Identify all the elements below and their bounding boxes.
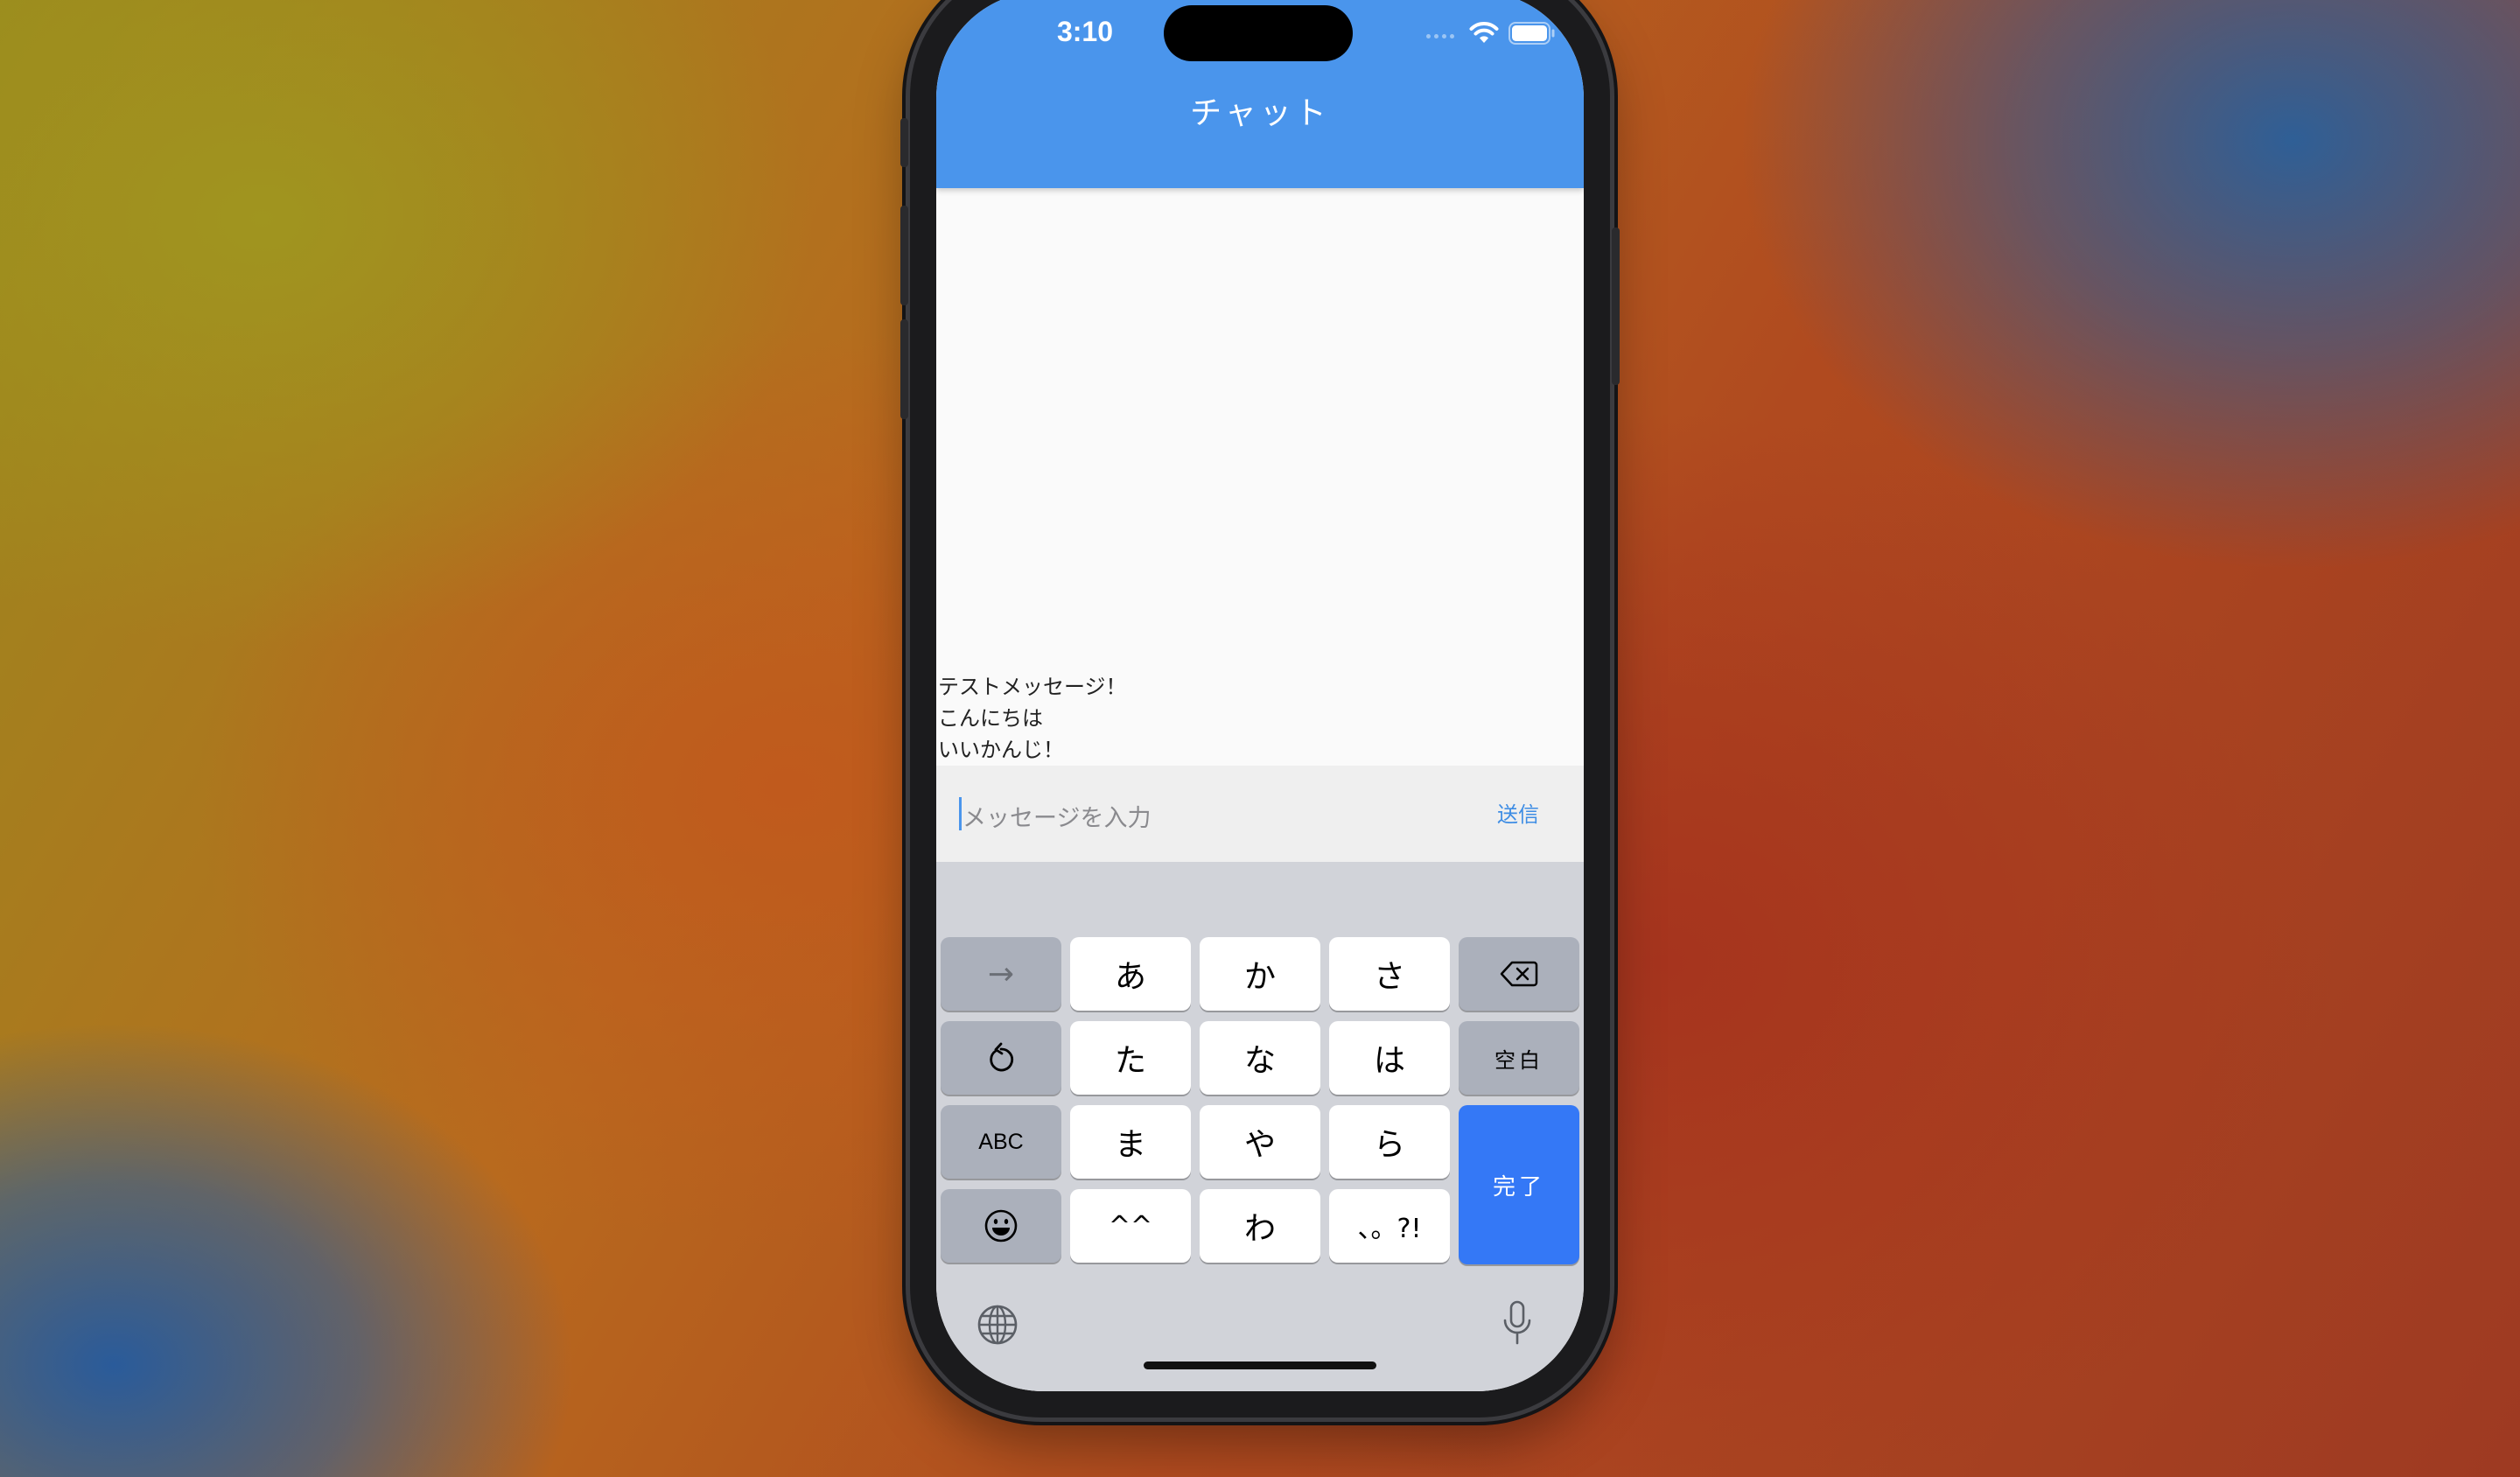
space-key[interactable]: 空白 xyxy=(1459,1021,1579,1095)
message-composer: メッセージを入力 送信 xyxy=(936,766,1584,862)
key-wa[interactable]: わ xyxy=(1200,1189,1320,1263)
battery-icon xyxy=(1508,22,1555,45)
wifi-icon xyxy=(1469,22,1499,43)
kaomoji-key[interactable]: ^^ xyxy=(1070,1189,1191,1263)
message-item: こんにちは xyxy=(938,706,1043,731)
message-input[interactable]: メッセージを入力 xyxy=(959,794,1458,834)
abc-key[interactable]: ABC xyxy=(941,1105,1061,1179)
phone-frame: 3:10 チャット テストメッセージ！ こんにちは いいかんじ！ メッセージを入… xyxy=(900,0,1620,1418)
text-caret xyxy=(959,797,962,830)
send-button[interactable]: 送信 xyxy=(1470,797,1566,828)
backspace-key[interactable] xyxy=(1459,937,1579,1011)
key-sa[interactable]: さ xyxy=(1329,937,1450,1011)
message-list: テストメッセージ！ こんにちは いいかんじ！ xyxy=(936,188,1584,766)
cellular-signal-icon xyxy=(1426,30,1461,38)
punctuation-key[interactable]: 、。?! xyxy=(1329,1189,1450,1263)
japanese-kana-keyboard: → あ か さ た な は 空白 ABC ま や ら 完了 ^^ わ 、。?! xyxy=(936,862,1584,1391)
next-candidate-key[interactable]: → xyxy=(941,937,1061,1011)
backspace-icon xyxy=(1500,961,1538,987)
undo-key[interactable] xyxy=(941,1021,1061,1095)
app-screen: 3:10 チャット テストメッセージ！ こんにちは いいかんじ！ メッセージを入… xyxy=(936,0,1584,1391)
volume-up-button xyxy=(900,206,908,305)
power-button xyxy=(1612,228,1620,385)
status-time: 3:10 xyxy=(1056,16,1114,47)
key-ka[interactable]: か xyxy=(1200,937,1320,1011)
message-item: テストメッセージ！ xyxy=(938,675,1127,699)
key-ya[interactable]: や xyxy=(1200,1105,1320,1179)
message-item: いいかんじ！ xyxy=(938,738,1064,762)
dynamic-island xyxy=(1164,5,1353,61)
home-indicator[interactable] xyxy=(1144,1362,1376,1369)
key-a[interactable]: あ xyxy=(1070,937,1191,1011)
message-input-placeholder: メッセージを入力 xyxy=(962,805,1152,832)
key-ta[interactable]: た xyxy=(1070,1021,1191,1095)
nav-bar: 3:10 チャット xyxy=(936,0,1584,188)
status-icons xyxy=(1426,19,1558,49)
key-na[interactable]: な xyxy=(1200,1021,1320,1095)
nav-title: チャット xyxy=(1190,95,1330,131)
key-ha[interactable]: は xyxy=(1329,1021,1450,1095)
undo-icon xyxy=(990,1042,1014,1072)
emoji-icon xyxy=(984,1209,1018,1242)
mute-switch xyxy=(900,118,908,167)
emoji-key[interactable] xyxy=(941,1189,1061,1263)
done-key[interactable]: 完了 xyxy=(1459,1105,1579,1264)
globe-icon[interactable] xyxy=(976,1304,1018,1346)
key-ma[interactable]: ま xyxy=(1070,1105,1191,1179)
key-ra[interactable]: ら xyxy=(1329,1105,1450,1179)
microphone-icon[interactable] xyxy=(1502,1299,1533,1348)
volume-down-button xyxy=(900,319,908,419)
